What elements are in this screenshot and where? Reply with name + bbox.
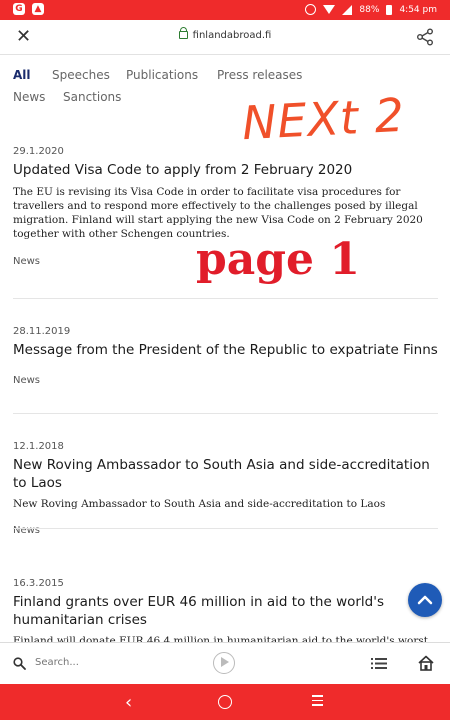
article-tag[interactable]: News [13,525,438,536]
google-icon: G [13,3,25,15]
tab-press-releases[interactable]: Press releases [217,68,302,82]
article-tag[interactable]: News [13,256,438,267]
signal-icon [342,4,353,15]
recent-apps-icon[interactable] [312,695,323,709]
tab-speeches[interactable]: Speeches [52,68,110,82]
system-navigation-bar: ‹ [0,684,450,720]
list-item: 12.1.2018 New Roving Ambassador to South… [13,441,438,536]
wifi-icon [323,5,336,14]
url-display[interactable]: finlandabroad.fi [0,27,450,41]
article-title[interactable]: New Roving Ambassador to South Asia and … [13,456,438,492]
list-item: 16.3.2015 Finland grants over EUR 46 mil… [13,578,438,642]
article-title[interactable]: Updated Visa Code to apply from 2 Februa… [13,161,438,179]
url-text: finlandabroad.fi [192,30,272,41]
article-summary: Finland will donate EUR 46.4 million in … [13,635,428,642]
search-icon[interactable] [13,657,26,670]
lock-icon [178,27,188,39]
tab-all[interactable]: All [13,68,31,82]
search-input[interactable] [33,656,157,669]
tab-news[interactable]: News [13,90,45,104]
list-icon[interactable] [371,657,387,670]
scroll-to-top-button[interactable] [408,583,442,617]
article-date: 28.11.2019 [13,326,71,337]
clock: 4:54 pm [399,4,437,15]
divider [13,298,438,299]
image-icon: ▲ [32,3,44,15]
status-bar: G ▲ 88% 4:54 pm [0,0,450,20]
article-date: 16.3.2015 [13,578,64,589]
tab-publications[interactable]: Publications [126,68,198,82]
article-title[interactable]: Finland grants over EUR 46 million in ai… [13,593,438,629]
chevron-up-icon [417,595,433,605]
home-icon[interactable] [418,655,434,671]
bottom-toolbar [0,642,450,685]
article-title[interactable]: Message from the President of the Republ… [13,341,438,359]
tab-sanctions[interactable]: Sanctions [63,90,121,104]
home-circle-icon[interactable] [218,695,232,709]
article-tag[interactable]: News [13,375,438,386]
article-summary: New Roving Ambassador to South Asia and … [13,498,386,510]
handwritten-annotation-next: NEXt 2 [240,87,407,151]
list-item: 28.11.2019 Message from the President of… [13,326,438,386]
browser-url-bar: ✕ finlandabroad.fi [0,20,450,55]
list-item: 29.1.2020 Updated Visa Code to apply fro… [13,146,438,267]
article-date: 12.1.2018 [13,441,64,452]
data-saver-icon [305,4,317,15]
article-summary: The EU is revising its Visa Code in orde… [13,186,423,240]
play-icon[interactable] [213,652,235,674]
battery-percent: 88% [359,4,380,15]
back-icon[interactable]: ‹ [125,692,132,713]
article-date: 29.1.2020 [13,146,64,157]
battery-icon [386,4,393,15]
share-icon[interactable] [416,28,434,46]
divider [13,413,438,414]
divider [13,528,438,529]
